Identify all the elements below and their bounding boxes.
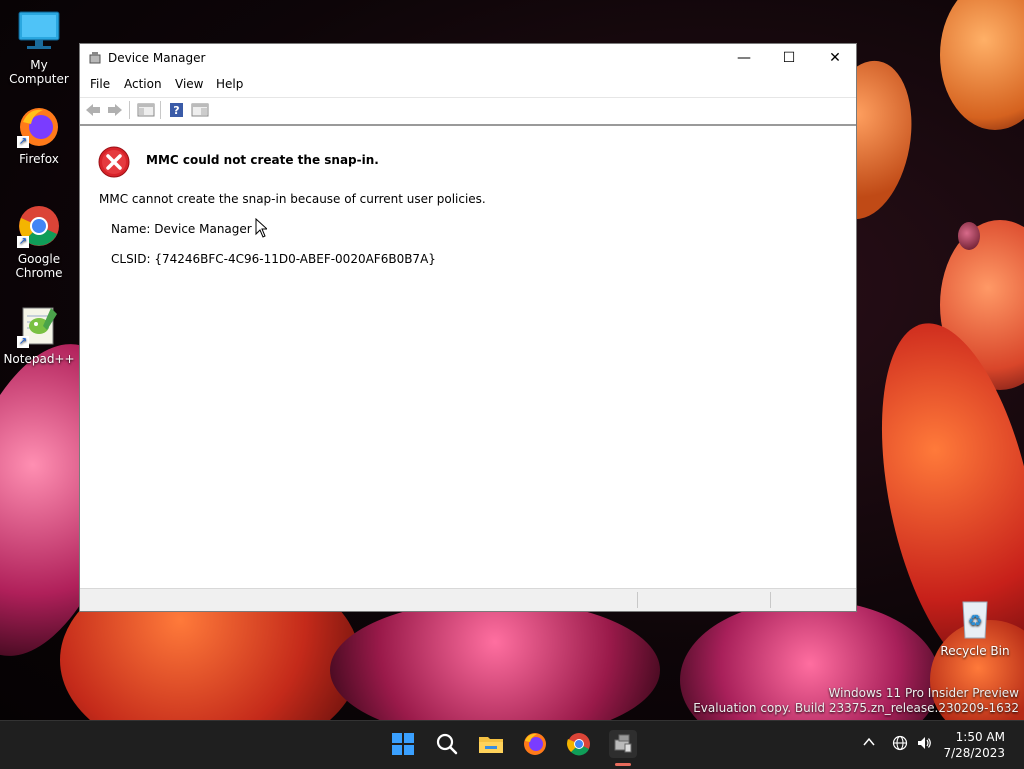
device-manager-window: Device Manager — ☐ ✕ File Action View He… bbox=[79, 43, 857, 612]
help-icon[interactable]: ? bbox=[168, 102, 186, 118]
show-hide-action-pane-icon[interactable] bbox=[191, 102, 209, 118]
desktop-icon-my-computer[interactable]: My Computer bbox=[0, 10, 78, 86]
menu-action[interactable]: Action bbox=[124, 77, 162, 91]
chrome-icon: ↗ bbox=[17, 204, 61, 248]
system-clock[interactable]: 1:50 AM 7/28/2023 bbox=[943, 729, 1005, 761]
clock-time: 1:50 AM bbox=[955, 730, 1005, 744]
error-icon bbox=[98, 146, 130, 178]
firefox-icon[interactable] bbox=[521, 730, 549, 758]
shortcut-arrow-icon: ↗ bbox=[17, 236, 29, 248]
watermark-line-1: Windows 11 Pro Insider Preview bbox=[828, 686, 1019, 700]
forward-arrow-icon[interactable] bbox=[106, 102, 124, 118]
mouse-pointer-icon bbox=[255, 217, 269, 238]
svg-text:?: ? bbox=[173, 104, 179, 117]
shortcut-arrow-icon: ↗ bbox=[17, 336, 29, 348]
close-button[interactable]: ✕ bbox=[812, 44, 858, 73]
active-app-indicator bbox=[615, 763, 631, 766]
title-bar[interactable]: Device Manager — ☐ ✕ bbox=[80, 44, 856, 73]
maximize-button[interactable]: ☐ bbox=[766, 44, 812, 73]
file-explorer-icon[interactable] bbox=[477, 730, 505, 758]
desktop-icon-firefox[interactable]: ↗ Firefox bbox=[0, 104, 78, 166]
chrome-icon[interactable] bbox=[565, 730, 593, 758]
status-bar bbox=[80, 588, 856, 611]
desktop-icon-label: Firefox bbox=[19, 152, 59, 166]
menu-help[interactable]: Help bbox=[216, 77, 243, 91]
toolbar: ? bbox=[80, 97, 856, 126]
firefox-icon: ↗ bbox=[17, 104, 61, 148]
desktop-icon-chrome[interactable]: ↗ Google Chrome bbox=[0, 204, 78, 280]
menu-file[interactable]: File bbox=[90, 77, 110, 91]
desktop-icon-label: Recycle Bin bbox=[940, 644, 1010, 658]
snap-in-content-pane: MMC could not create the snap-in. MMC ca… bbox=[80, 125, 856, 589]
taskbar: 1:50 AM 7/28/2023 bbox=[0, 720, 1024, 769]
show-hide-console-tree-icon[interactable] bbox=[137, 102, 155, 118]
error-message: MMC cannot create the snap-in because of… bbox=[99, 192, 486, 206]
svg-text:♻: ♻ bbox=[968, 611, 982, 630]
start-icon[interactable] bbox=[389, 730, 417, 758]
menu-bar: File Action View Help bbox=[80, 73, 856, 97]
monitor-icon bbox=[17, 10, 61, 54]
notepadpp-icon: ↗ bbox=[17, 304, 61, 348]
desktop-icon-label: Notepad++ bbox=[3, 352, 75, 366]
volume-icon[interactable] bbox=[916, 735, 932, 755]
desktop-icon-recycle-bin[interactable]: ♻ Recycle Bin bbox=[936, 596, 1014, 658]
menu-view[interactable]: View bbox=[175, 77, 203, 91]
desktop-icon-label: My Computer bbox=[9, 58, 69, 86]
search-icon[interactable] bbox=[433, 730, 461, 758]
device-manager-app-icon bbox=[88, 51, 102, 65]
desktop-icon-label: Google Chrome bbox=[15, 252, 63, 280]
desktop-icon-notepadpp[interactable]: ↗ Notepad++ bbox=[0, 304, 78, 366]
clock-date: 7/28/2023 bbox=[943, 746, 1005, 760]
error-clsid: CLSID: {74246BFC-4C96-11D0-ABEF-0020AF6B… bbox=[111, 252, 436, 266]
shortcut-arrow-icon: ↗ bbox=[17, 136, 29, 148]
recycle-bin-icon: ♻ bbox=[953, 596, 997, 640]
network-globe-icon[interactable] bbox=[892, 735, 908, 755]
error-title: MMC could not create the snap-in. bbox=[146, 153, 379, 167]
device-manager-taskbar-icon[interactable] bbox=[609, 730, 637, 758]
watermark-line-2: Evaluation copy. Build 23375.zn_release.… bbox=[693, 701, 1019, 715]
minimize-button[interactable]: — bbox=[721, 44, 767, 73]
evaluation-watermark: Windows 11 Pro Insider Preview Evaluatio… bbox=[693, 686, 1019, 716]
show-hidden-icons-chevron-icon[interactable] bbox=[862, 735, 876, 753]
error-snapin-name: Name: Device Manager bbox=[111, 222, 252, 236]
back-arrow-icon[interactable] bbox=[84, 102, 102, 118]
window-title: Device Manager bbox=[108, 51, 206, 65]
